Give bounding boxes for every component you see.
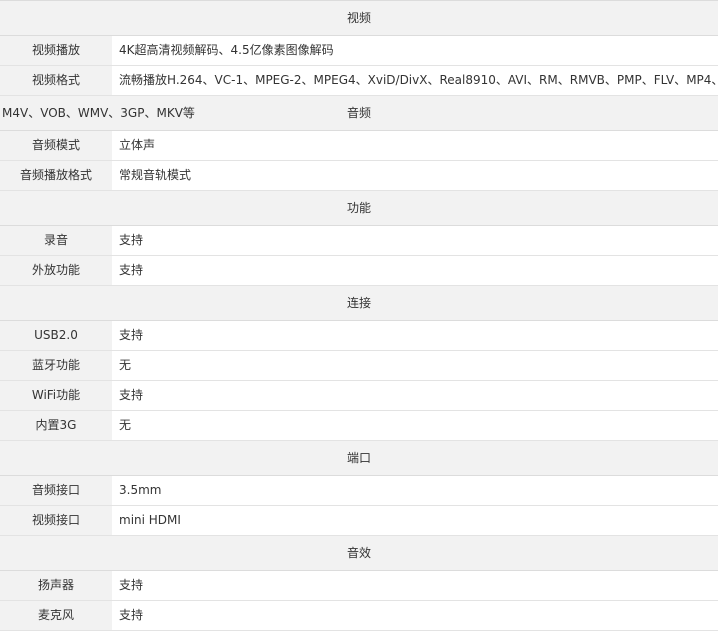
table-row-audio-port: 音频接口 3.5mm	[0, 476, 718, 506]
table-row-3g: 内置3G 无	[0, 411, 718, 441]
spec-label: USB2.0	[0, 321, 112, 350]
spec-value: 无	[112, 351, 718, 380]
section-header-sound: 音效	[0, 536, 718, 571]
spec-value: 4K超高清视频解码、4.5亿像素图像解码	[112, 36, 718, 65]
spec-label: 音频接口	[0, 476, 112, 505]
spec-label: 麦克风	[0, 601, 112, 630]
spec-label: 内置3G	[0, 411, 112, 440]
spec-value: 支持	[112, 571, 718, 600]
spec-value: 常规音轨模式	[112, 161, 718, 190]
spec-value: 支持	[112, 601, 718, 630]
table-row-speaker-out: 外放功能 支持	[0, 256, 718, 286]
spec-table: 视频 视频播放 4K超高清视频解码、4.5亿像素图像解码 视频格式 流畅播放H.…	[0, 0, 718, 631]
spec-label: 视频格式	[0, 66, 112, 95]
table-row-video-playback: 视频播放 4K超高清视频解码、4.5亿像素图像解码	[0, 36, 718, 66]
table-row-wifi: WiFi功能 支持	[0, 381, 718, 411]
table-row-speaker: 扬声器 支持	[0, 571, 718, 601]
spec-value: 无	[112, 411, 718, 440]
spec-value: mini HDMI	[112, 506, 718, 535]
spec-value: 支持	[112, 226, 718, 255]
spec-label: 蓝牙功能	[0, 351, 112, 380]
spec-label: 录音	[0, 226, 112, 255]
spec-label: WiFi功能	[0, 381, 112, 410]
table-row-video-format: 视频格式 流畅播放H.264、VC-1、MPEG-2、MPEG4、XviD/Di…	[0, 66, 718, 96]
table-row-audio-mode: 音频模式 立体声	[0, 131, 718, 161]
section-title-connect: 连接	[346, 296, 371, 310]
spec-label: 扬声器	[0, 571, 112, 600]
spec-value: 支持	[112, 321, 718, 350]
spec-label: 音频模式	[0, 131, 112, 160]
section-title-sound: 音效	[346, 546, 371, 560]
section-header-audio: M4V、VOB、WMV、3GP、MKV等 音频	[0, 96, 718, 131]
section-title-ports: 端口	[346, 451, 371, 465]
section-header-function: 功能	[0, 191, 718, 226]
section-title-audio: 音频	[346, 106, 371, 120]
section-title-function: 功能	[346, 201, 371, 215]
section-title-video: 视频	[346, 11, 371, 25]
spec-label: 视频播放	[0, 36, 112, 65]
section-header-connect: 连接	[0, 286, 718, 321]
spec-value: 立体声	[112, 131, 718, 160]
spec-label: 外放功能	[0, 256, 112, 285]
spec-value: 3.5mm	[112, 476, 718, 505]
spec-value: 支持	[112, 381, 718, 410]
table-row-microphone: 麦克风 支持	[0, 601, 718, 631]
table-row-video-port: 视频接口 mini HDMI	[0, 506, 718, 536]
spec-label: 视频接口	[0, 506, 112, 535]
spec-value-continuation: M4V、VOB、WMV、3GP、MKV等	[2, 106, 195, 120]
table-row-bluetooth: 蓝牙功能 无	[0, 351, 718, 381]
spec-value: 流畅播放H.264、VC-1、MPEG-2、MPEG4、XviD/DivX、Re…	[112, 66, 718, 95]
spec-value: 支持	[112, 256, 718, 285]
section-header-ports: 端口	[0, 441, 718, 476]
section-header-video: 视频	[0, 1, 718, 36]
table-row-recording: 录音 支持	[0, 226, 718, 256]
spec-label: 音频播放格式	[0, 161, 112, 190]
table-row-audio-format: 音频播放格式 常规音轨模式	[0, 161, 718, 191]
table-row-usb: USB2.0 支持	[0, 321, 718, 351]
